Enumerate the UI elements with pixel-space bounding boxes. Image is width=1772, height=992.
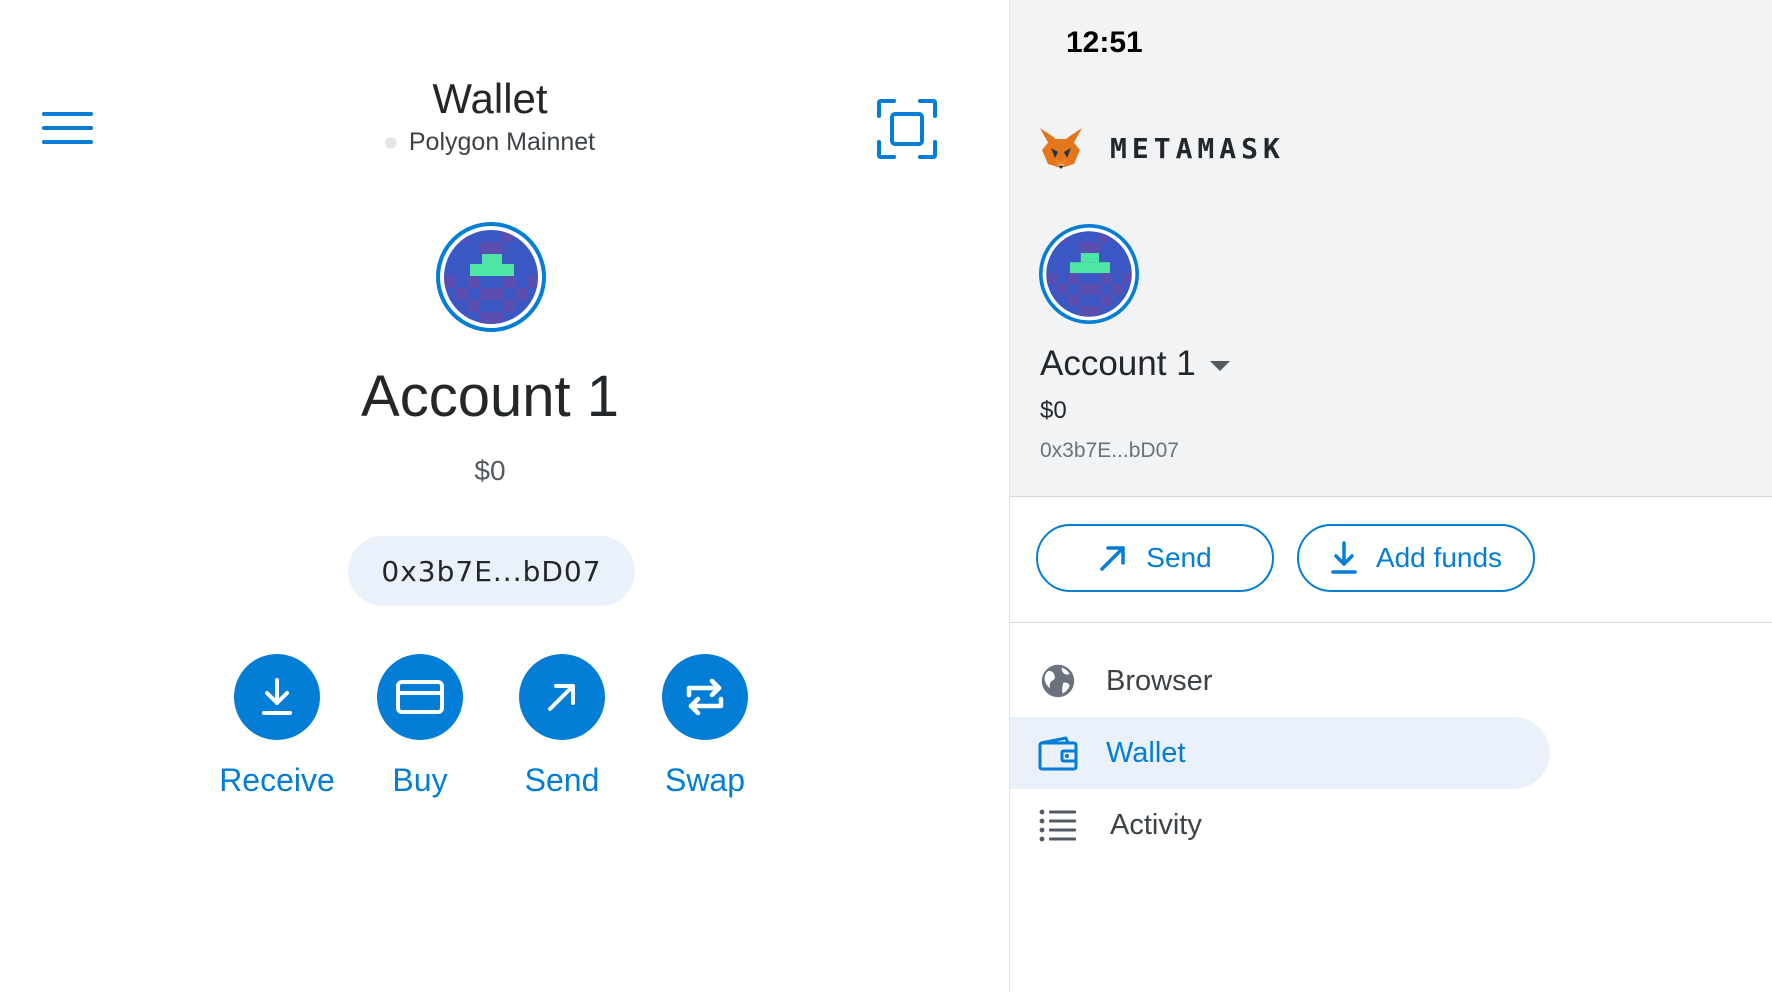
send-button-label: Send [1146,542,1212,573]
arrow-up-right-icon [1100,546,1126,571]
buy-button[interactable]: Buy [350,654,490,799]
nav-item-browser[interactable]: Browser [1010,645,1550,717]
nav-label-browser: Browser [1106,664,1213,697]
network-name: Polygon Mainnet [408,128,596,156]
brand-wordmark: METAMASK [1110,131,1285,165]
account-balance: $0 [474,455,506,486]
drawer-header: 12:51 METAMASK Account 1 $0 0x3b7E...bD0… [1010,0,1772,497]
divider [1010,622,1772,623]
receive-label: Receive [219,762,335,798]
drawer-address[interactable]: 0x3b7E...bD07 [1040,439,1179,463]
arrow-up-right-icon [519,654,605,740]
metamask-brand: METAMASK [1038,126,1285,170]
account-avatar [436,222,546,332]
network-status-dot [384,136,397,149]
side-drawer: 12:51 METAMASK Account 1 $0 0x3b7E...bD0… [1009,0,1772,992]
page-title: Wallet [432,75,548,122]
add-funds-label: Add funds [1375,542,1503,573]
drawer-send-button[interactable]: Send [1036,524,1274,592]
swap-label: Swap [664,762,746,798]
status-bar-time: 12:51 [1066,26,1143,59]
add-funds-button[interactable]: Add funds [1297,524,1535,592]
swap-button[interactable]: Swap [635,654,775,799]
drawer-balance: $0 [1040,397,1067,424]
buy-label: Buy [392,762,448,798]
nav-label-wallet: Wallet [1106,736,1186,769]
wallet-screen: Wallet Polygon Mainnet Account 1 $0 0x3b… [0,0,1009,992]
nav-item-wallet[interactable]: Wallet [1010,717,1550,789]
nav-item-activity[interactable]: Activity [1010,789,1550,861]
receive-button[interactable]: Receive [207,654,347,799]
network-selector[interactable]: Polygon Mainnet [384,128,596,157]
scan-icon[interactable] [876,98,938,160]
swap-icon [662,654,748,740]
globe-icon [1041,664,1075,698]
drawer-account-selector[interactable]: Account 1 [1040,344,1230,384]
drawer-account-avatar [1039,224,1139,324]
drawer-account-name: Account 1 [1040,344,1196,383]
wallet-icon [1038,736,1078,771]
download-icon [1331,541,1357,574]
account-address-pill[interactable]: 0x3b7E...bD07 [348,536,635,606]
header: Wallet Polygon Mainnet [0,74,980,157]
caret-down-icon [1209,361,1230,371]
list-icon [1039,809,1076,842]
send-label: Send [524,762,600,798]
fox-logo-icon [1040,128,1082,169]
send-button[interactable]: Send [492,654,632,799]
download-icon [234,654,320,740]
card-icon [377,654,463,740]
account-name[interactable]: Account 1 [0,363,980,430]
nav-label-activity: Activity [1110,808,1202,841]
